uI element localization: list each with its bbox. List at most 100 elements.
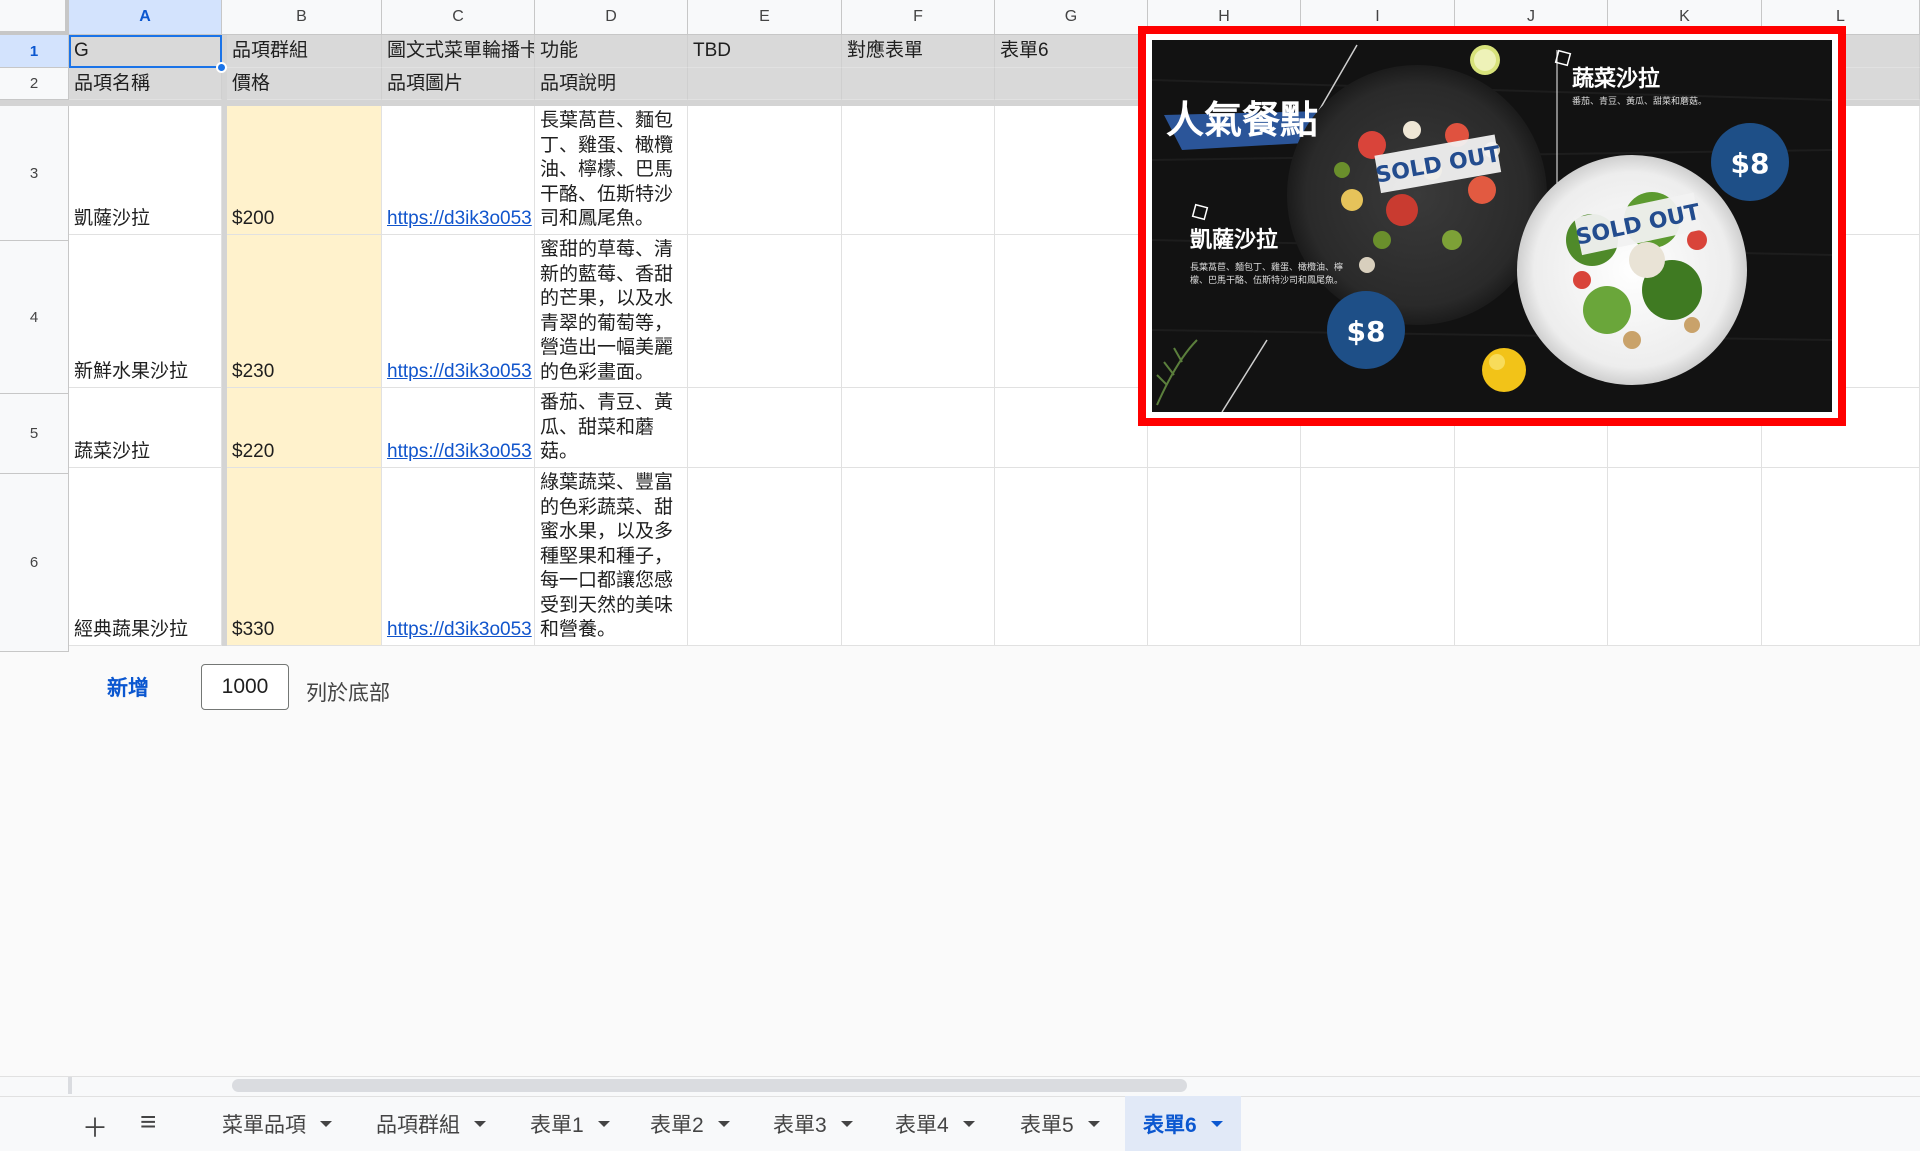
header-cell-r2-4[interactable] [688,68,842,100]
add-rows-link[interactable]: 新增 [107,672,149,702]
poster-item2-desc: 番茄、青豆、黃瓜、甜菜和蘑菇。 [1572,97,1708,107]
column-header-g[interactable]: G [995,0,1148,35]
sheet-tab-3[interactable]: 表單1 [512,1096,628,1151]
empty-cell[interactable] [1455,468,1608,646]
column-header-a[interactable]: A [69,0,222,35]
image-url-cell[interactable]: https://d3ik3o053 [382,235,535,388]
price-cell[interactable]: $220 [227,388,382,468]
image-url-link[interactable]: https://d3ik3o053 [387,207,532,231]
empty-cell[interactable] [842,388,995,468]
column-header-e[interactable]: E [688,0,842,35]
chevron-down-icon[interactable] [717,1120,730,1127]
selected-cell-outline [69,35,222,68]
item-name-cell[interactable]: 經典蔬果沙拉 [69,468,222,646]
chevron-down-icon[interactable] [840,1120,853,1127]
column-header-c[interactable]: C [382,0,535,35]
rows-count-input[interactable]: 1000 [201,664,289,710]
row-header-6[interactable]: 6 [0,474,69,652]
column-header-d[interactable]: D [535,0,688,35]
header-cell-r1-5[interactable]: 對應表單 [842,35,995,68]
row-header-1[interactable]: 1 [0,35,69,68]
sheet-tab-1[interactable]: 菜單品項 [204,1096,350,1151]
chevron-down-icon[interactable] [1087,1120,1100,1127]
empty-cell[interactable] [688,235,842,388]
description-cell[interactable]: 長葉萵苣、麵包丁、雞蛋、橄欖油、檸檬、巴馬干酪、伍斯特沙司和鳳尾魚。 [535,106,688,235]
header-cell-r2-2[interactable]: 品項圖片 [382,68,535,100]
image-url-link[interactable]: https://d3ik3o053 [387,618,532,642]
price-cell[interactable]: $230 [227,235,382,388]
sheet-tab-label: 品項群組 [376,1113,460,1137]
description-cell[interactable]: 綠葉蔬菜、豐富的色彩蔬菜、甜蜜水果，以及多種堅果和種子，每一口都讓您感受到天然的… [535,468,688,646]
description-cell[interactable]: 番茄、青豆、黃瓜、甜菜和蘑菇。 [535,388,688,468]
header-cell-r2-5[interactable] [842,68,995,100]
poster-item1-name: 凱薩沙拉 [1190,227,1278,253]
poster-graphic: SOLD OUT SOLD OUT $8 $8 人氣餐點 凱薩沙拉 長葉萵苣、麵… [1152,40,1832,412]
empty-cell[interactable] [688,468,842,646]
empty-cell[interactable] [1148,468,1301,646]
sheet-tab-label: 菜單品項 [222,1113,306,1137]
menu-image-frame[interactable]: SOLD OUT SOLD OUT $8 $8 人氣餐點 凱薩沙拉 長葉萵苣、麵… [1138,26,1846,426]
header-cell-r2-3[interactable]: 品項說明 [535,68,688,100]
rows-at-bottom-label: 列於底部 [306,682,390,705]
chevron-down-icon[interactable] [1210,1120,1223,1127]
sheet-tab-6[interactable]: 表單4 [877,1096,993,1151]
chevron-down-icon[interactable] [597,1120,610,1127]
column-header-f[interactable]: F [842,0,995,35]
row-header-2[interactable]: 2 [0,68,69,100]
empty-cell[interactable] [688,388,842,468]
header-cell-r1-3[interactable]: 功能 [535,35,688,68]
empty-cell[interactable] [842,235,995,388]
sheet-tab-label: 表單1 [530,1113,584,1137]
header-cell-r1-4[interactable]: TBD [688,35,842,68]
header-cell-r2-0[interactable]: 品項名稱 [69,68,222,100]
sheet-tab-8[interactable]: 表單6 [1125,1096,1241,1151]
poster-item2-name: 蔬菜沙拉 [1572,66,1660,92]
header-cell-r2-6[interactable] [995,68,1148,100]
row-header-3[interactable]: 3 [0,106,69,241]
header-cell-r2-1[interactable]: 價格 [227,68,382,100]
description-cell[interactable]: 蜜甜的草莓、清新的藍莓、香甜的芒果，以及水青翠的葡萄等，營造出一幅美麗的色彩畫面… [535,235,688,388]
chevron-down-icon[interactable] [474,1120,486,1127]
empty-cell[interactable] [842,106,995,235]
price-cell[interactable]: $330 [227,468,382,646]
frozen-columns-divider[interactable] [222,35,227,646]
spreadsheet-app: A B C D E F G H I J K L 1 2 3 4 5 6 G 品項名稱 品項群組 價格 圖文式菜單輪播卡 品項圖… [0,0,1920,1151]
empty-cell[interactable] [842,468,995,646]
scrollbar-frozen-divider [68,1077,72,1094]
empty-cell[interactable] [995,468,1148,646]
header-cell-r1-2[interactable]: 圖文式菜單輪播卡 [382,35,535,68]
chevron-down-icon[interactable] [320,1120,332,1127]
image-url-cell[interactable]: https://d3ik3o053 [382,468,535,646]
empty-cell[interactable] [1301,468,1455,646]
sheet-tab-7[interactable]: 表單5 [1002,1096,1118,1151]
row-header-4[interactable]: 4 [0,241,69,394]
header-cell-r1-1[interactable]: 品項群組 [227,35,382,68]
empty-cell[interactable] [995,388,1148,468]
empty-cell[interactable] [1762,468,1920,646]
hamburger-menu-icon[interactable]: ≡ [140,1106,156,1138]
header-cell-r1-6[interactable]: 表單6 [995,35,1148,68]
item-name-cell[interactable]: 新鮮水果沙拉 [69,235,222,388]
poster-price-2: $8 [1731,147,1770,180]
item-name-cell[interactable]: 凱薩沙拉 [69,106,222,235]
empty-cell[interactable] [688,106,842,235]
image-url-link[interactable]: https://d3ik3o053 [387,360,532,384]
column-header-b[interactable]: B [222,0,382,35]
empty-cell[interactable] [995,106,1148,235]
empty-cell[interactable] [995,235,1148,388]
price-cell[interactable]: $200 [227,106,382,235]
empty-cell[interactable] [1608,468,1762,646]
plus-icon[interactable]: ＋ [82,1108,108,1145]
select-all-corner[interactable] [0,0,69,35]
sheet-tab-4[interactable]: 表單2 [632,1096,748,1151]
image-url-cell[interactable]: https://d3ik3o053 [382,388,535,468]
image-url-link[interactable]: https://d3ik3o053 [387,440,532,464]
horizontal-scrollbar-thumb[interactable] [232,1079,1187,1092]
chevron-down-icon[interactable] [962,1120,975,1127]
sheet-tab-5[interactable]: 表單3 [755,1096,871,1151]
image-url-cell[interactable]: https://d3ik3o053 [382,106,535,235]
fill-handle[interactable] [216,62,227,73]
item-name-cell[interactable]: 蔬菜沙拉 [69,388,222,468]
row-header-5[interactable]: 5 [0,394,69,474]
sheet-tab-2[interactable]: 品項群組 [358,1096,504,1151]
